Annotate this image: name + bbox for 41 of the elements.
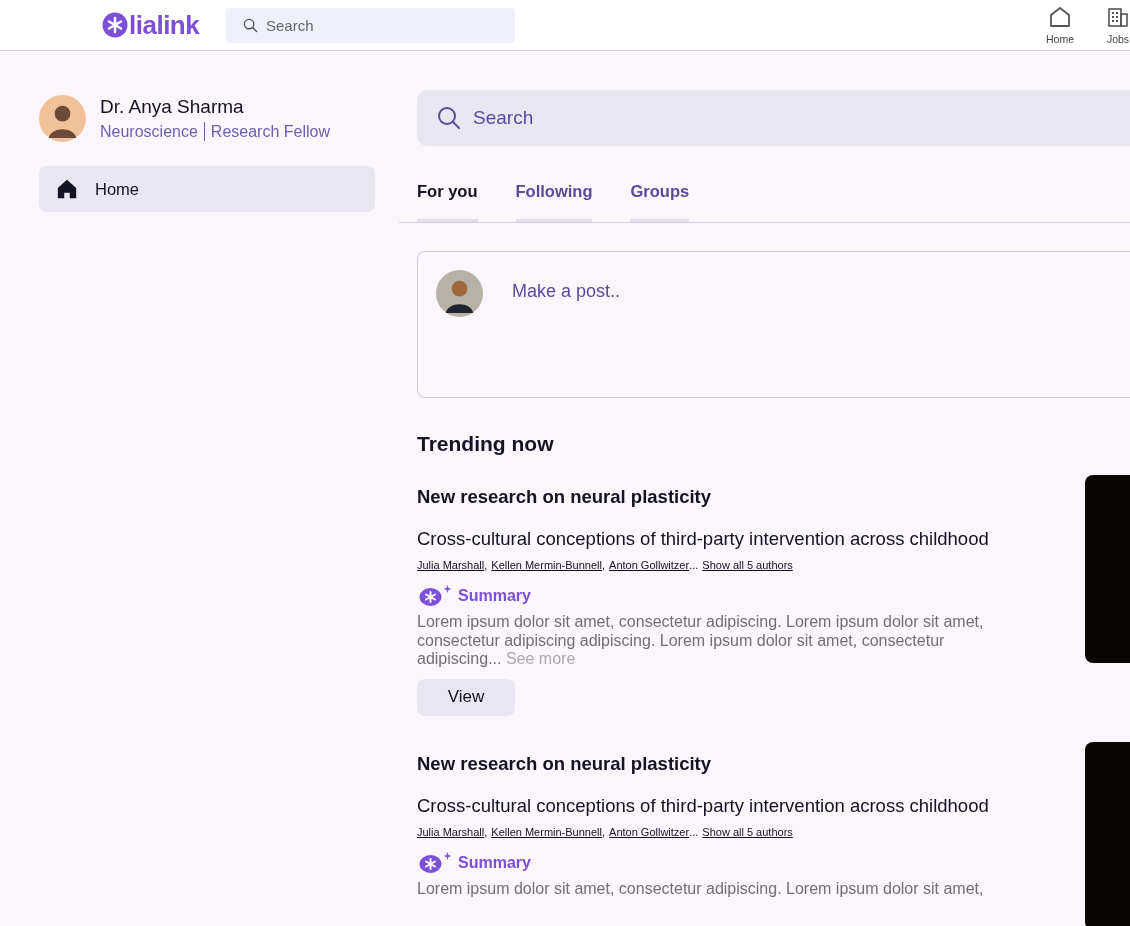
avatar [436, 270, 483, 317]
paper-title: Cross-cultural conceptions of third-party intervention across childhood [417, 794, 989, 817]
building-icon [1106, 5, 1130, 29]
summary-text: Lorem ipsum dolor sit amet, consectetur adipiscing. Lorem ipsum dolor sit amet, [417, 879, 985, 898]
author-separator: , [484, 559, 488, 571]
sidebar-item[interactable]: Home [39, 166, 375, 212]
search-field[interactable]: Search [417, 90, 1130, 146]
logo-icon [102, 12, 128, 38]
author-separator: , [484, 825, 488, 838]
author-link[interactable]: Kellen Mermin-Bunnell [491, 825, 602, 838]
nav-link[interactable]: Jobs [1096, 5, 1130, 45]
paper-title: Cross-cultural conceptions of third-party intervention across childhood [417, 528, 989, 550]
section-title: Trending now [417, 432, 555, 456]
tab[interactable]: Following [515, 166, 593, 222]
nav-link[interactable]: Home [1038, 5, 1082, 45]
summary-text: Lorem ipsum dolor sit amet, consectetur adipiscing. Lorem ipsum dolor sit amet, consectetur adipiscing adipiscing. Lorem ipsum dolor sit amet, consectetur adipiscing... See more [417, 613, 985, 669]
profile-role: Research Fellow [210, 122, 330, 141]
post-input[interactable]: Make a post.. [510, 280, 914, 303]
author-separator: , [602, 825, 606, 838]
post-heading: New research on neural plasticity [417, 752, 712, 775]
show-all-authors-link[interactable]: Show all 5 authors [702, 825, 793, 838]
show-all-authors-link[interactable]: Show all 5 authors [702, 559, 793, 571]
profile-name: Dr. Anya Sharma [100, 96, 245, 118]
summary-label: Summary [458, 853, 531, 872]
avatar [39, 95, 86, 142]
home-icon [56, 178, 78, 200]
search-field[interactable]: Search [226, 7, 515, 43]
author-separator: ... [689, 825, 699, 838]
author-link[interactable]: Anton Gollwitzer [609, 825, 690, 838]
profile-field: Neuroscience [100, 122, 198, 141]
author-link[interactable]: Anton Gollwitzer [609, 559, 690, 571]
summary-label: Summary [458, 587, 531, 605]
author-separator: ... [689, 559, 699, 571]
tab[interactable]: Groups [630, 166, 690, 222]
logo-text: lialink [129, 9, 200, 41]
view-button[interactable]: View [417, 678, 515, 716]
author-link[interactable]: Kellen Mermin-Bunnell [491, 559, 602, 571]
home-icon [1048, 5, 1072, 29]
author-separator: , [602, 559, 606, 571]
post-heading: New research on neural plasticity [417, 486, 712, 508]
tab[interactable]: For you [417, 166, 478, 222]
